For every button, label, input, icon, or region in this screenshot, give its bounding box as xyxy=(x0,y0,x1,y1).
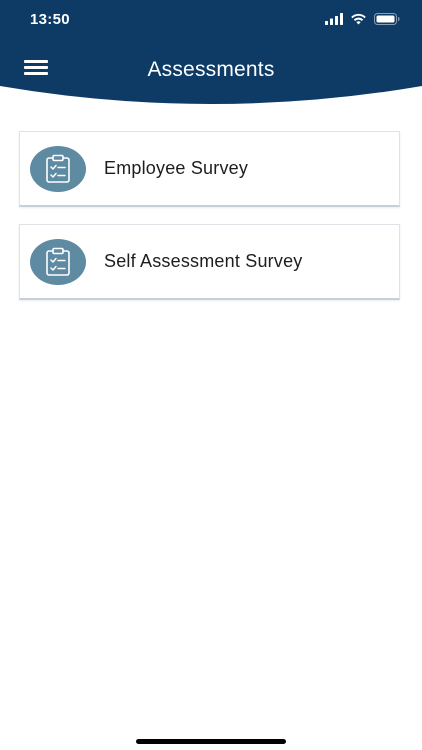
page-title: Assessments xyxy=(147,58,275,81)
clipboard-checklist-icon xyxy=(30,146,86,192)
clipboard-checklist-icon xyxy=(30,239,86,285)
assessment-card-employee-survey[interactable]: Employee Survey xyxy=(19,131,400,207)
battery-icon xyxy=(374,13,400,25)
header: 13:50 Assessments xyxy=(0,0,422,108)
assessment-card-self-assessment-survey[interactable]: Self Assessment Survey xyxy=(19,224,400,300)
assessment-list: Employee Survey Self Assessment Survey xyxy=(19,131,400,317)
assessment-card-label: Self Assessment Survey xyxy=(104,251,303,271)
status-icons xyxy=(325,13,400,25)
assessments-screen: 13:50 Assessments Employee Survey Self A… xyxy=(0,0,422,750)
status-time: 13:50 xyxy=(30,11,70,28)
wifi-icon xyxy=(351,13,366,25)
assessment-card-label: Employee Survey xyxy=(104,158,249,178)
home-indicator[interactable] xyxy=(136,739,286,744)
status-bar: 13:50 xyxy=(0,0,422,40)
cellular-signal-icon xyxy=(325,13,343,25)
